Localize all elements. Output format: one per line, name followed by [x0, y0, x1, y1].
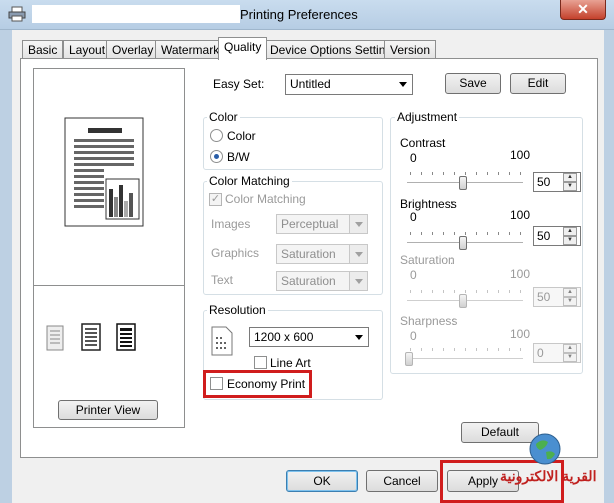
brightness-min: 0	[410, 210, 417, 224]
brightness-ticks	[410, 232, 522, 235]
tab-device-options-setting[interactable]: Device Options Setting	[264, 40, 399, 59]
tab-version[interactable]: Version	[384, 40, 437, 59]
brightness-label-colon: :	[450, 197, 454, 211]
contrast-label-colon: :	[442, 136, 446, 150]
sharpness-min: 0	[410, 329, 417, 343]
text-label: Text	[211, 273, 234, 287]
tab-quality[interactable]: Quality	[218, 37, 268, 60]
quality-icon-draft[interactable]	[46, 325, 64, 351]
brightness-up-arrow-icon[interactable]: ▲	[563, 227, 577, 236]
quality-icon-best[interactable]	[116, 323, 136, 351]
chevron-down-icon	[349, 215, 367, 233]
color-matching-checkbox-label: Color Matching	[225, 192, 306, 206]
contrast-label: Contrast	[400, 136, 446, 150]
text-dropdown[interactable]: Saturation	[276, 271, 368, 291]
globe-logo-icon	[529, 433, 561, 465]
images-label: Images	[211, 217, 251, 231]
title-redaction	[32, 5, 240, 23]
tab-watermark[interactable]: Watermark	[155, 40, 226, 59]
tab-basic[interactable]: Basic	[22, 40, 64, 59]
sharpness-label-colon: :	[452, 314, 456, 328]
chevron-down-icon	[349, 272, 367, 290]
contrast-slider-thumb[interactable]	[459, 176, 467, 190]
brightness-value: 50	[537, 229, 551, 243]
resolution-group-label: Resolution	[207, 303, 268, 317]
preview-pane: Printer View	[33, 68, 185, 428]
saturation-max: 100	[510, 267, 531, 281]
contrast-down-arrow-icon[interactable]: ▼	[563, 182, 577, 191]
saturation-down-arrow-icon[interactable]: ▼	[563, 297, 577, 306]
brightness-slider-thumb[interactable]	[459, 236, 467, 250]
window-frame-left	[0, 30, 12, 503]
images-dropdown[interactable]: Perceptual	[276, 214, 368, 234]
adjustment-group-label: Adjustment	[395, 110, 460, 124]
graphics-value: Saturation	[281, 247, 336, 261]
color-matching-checkbox[interactable]: ✓	[209, 193, 222, 206]
color-matching-group-label: Color Matching	[207, 174, 292, 188]
contrast-max: 100	[510, 148, 531, 162]
brightness-max: 100	[510, 208, 531, 222]
sharpness-label: Sharpness	[400, 314, 458, 328]
window-frame-right	[604, 30, 614, 503]
ok-button[interactable]: OK	[286, 470, 358, 492]
contrast-ticks	[410, 172, 522, 175]
bw-radio[interactable]	[210, 150, 223, 163]
sharpness-ticks	[410, 348, 522, 351]
quality-icon-normal[interactable]	[81, 323, 101, 351]
brightness-label: Brightness	[400, 197, 457, 211]
chevron-down-icon	[355, 335, 363, 340]
watermark-text: القرية الالكترونية	[500, 468, 597, 484]
graphics-label: Graphics	[211, 246, 260, 260]
chevron-down-icon	[399, 82, 407, 87]
resolution-value: 1200 x 600	[254, 330, 314, 344]
saturation-ticks	[410, 290, 522, 293]
tab-overlay[interactable]: Overlay	[106, 40, 160, 59]
images-value: Perceptual	[281, 217, 339, 231]
brightness-down-arrow-icon[interactable]: ▼	[563, 236, 577, 245]
resolution-dots-icon	[211, 326, 233, 356]
saturation-slider-thumb[interactable]	[459, 294, 467, 308]
sharpness-down-arrow-icon[interactable]: ▼	[563, 353, 577, 362]
text-value: Saturation	[281, 274, 336, 288]
printer-view-button[interactable]: Printer View	[58, 400, 158, 420]
saturation-up-arrow-icon[interactable]: ▲	[563, 288, 577, 297]
saturation-label-colon: :	[450, 253, 454, 267]
contrast-up-arrow-icon[interactable]: ▲	[563, 173, 577, 182]
edit-button[interactable]: Edit	[510, 73, 566, 94]
economy-print-checkbox[interactable]	[210, 377, 223, 390]
line-art-checkbox[interactable]	[254, 356, 267, 369]
sharpness-max: 100	[510, 327, 531, 341]
chevron-down-icon	[349, 245, 367, 263]
easy-set-dropdown[interactable]: Untitled	[285, 74, 413, 95]
color-radio-label: Color	[227, 129, 256, 143]
resolution-dropdown[interactable]: 1200 x 600	[249, 327, 369, 347]
save-button[interactable]: Save	[445, 73, 501, 94]
close-button[interactable]: ✕	[560, 0, 606, 20]
sharpness-value: 0	[537, 346, 544, 360]
window-title: Printing Preferences	[240, 7, 358, 22]
sharpness-track	[407, 358, 523, 360]
preview-divider	[34, 285, 184, 286]
contrast-value: 50	[537, 175, 551, 189]
page-preview-image	[64, 117, 144, 227]
saturation-value: 50	[537, 290, 551, 304]
saturation-label: Saturation	[400, 253, 455, 267]
bw-radio-label: B/W	[227, 150, 250, 164]
saturation-min: 0	[410, 268, 417, 282]
easy-set-label: Easy Set:	[213, 77, 265, 91]
sharpness-up-arrow-icon[interactable]: ▲	[563, 344, 577, 353]
economy-print-label: Economy Print	[227, 377, 306, 391]
tab-layout[interactable]: Layout	[63, 40, 112, 59]
color-radio[interactable]	[210, 129, 223, 142]
cancel-button[interactable]: Cancel	[366, 470, 438, 492]
easy-set-value: Untitled	[290, 77, 331, 91]
contrast-min: 0	[410, 151, 417, 165]
color-group-label: Color	[207, 110, 240, 124]
printer-app-icon	[8, 6, 26, 22]
graphics-dropdown[interactable]: Saturation	[276, 244, 368, 264]
sharpness-slider-thumb[interactable]	[405, 352, 413, 366]
line-art-label: Line Art	[270, 356, 311, 370]
